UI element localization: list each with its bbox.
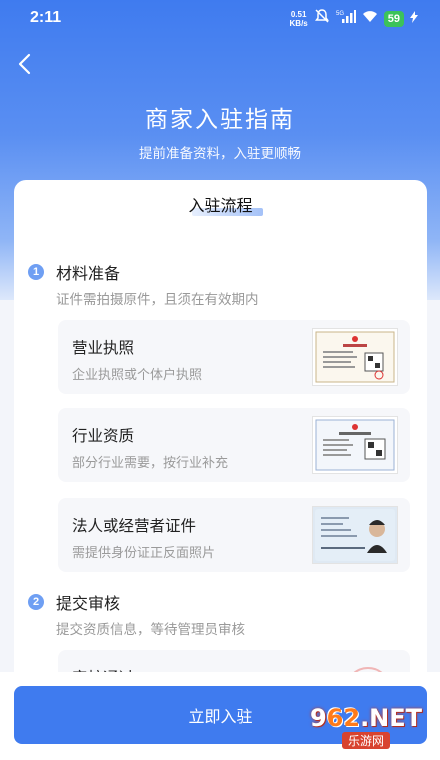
item-name: 法人或经营者证件 bbox=[72, 517, 197, 535]
industry-permit-image bbox=[312, 416, 398, 474]
status-bar: 2:11 0.51 KB/s 5G 59 bbox=[0, 0, 440, 36]
back-button[interactable] bbox=[12, 50, 36, 78]
charging-icon bbox=[410, 10, 418, 28]
site-watermark-logo: 962.NET 乐游网 bbox=[309, 703, 423, 749]
step-1-header: 1 材料准备 bbox=[28, 260, 120, 284]
chevron-left-icon bbox=[18, 53, 31, 75]
battery-indicator: 59 bbox=[383, 10, 404, 27]
item-description: 部分行业需要，按行业补充 bbox=[72, 456, 229, 471]
item-name: 行业资质 bbox=[72, 427, 135, 445]
status-icons: 0.51 KB/s 5G 59 bbox=[290, 8, 418, 29]
item-name: 营业执照 bbox=[72, 339, 135, 357]
mute-icon bbox=[314, 8, 330, 29]
cellular-signal-icon: 5G bbox=[336, 9, 356, 28]
step-number-badge: 1 bbox=[28, 264, 44, 280]
material-item-industry-qualification[interactable]: 行业资质 部分行业需要，按行业补充 bbox=[58, 408, 410, 482]
business-license-image bbox=[312, 328, 398, 386]
step-2-header: 2 提交审核 bbox=[28, 590, 120, 614]
item-description: 需提供身份证正反面照片 bbox=[72, 546, 216, 561]
wifi-icon bbox=[362, 10, 378, 28]
material-item-legal-id[interactable]: 法人或经营者证件 需提供身份证正反面照片 bbox=[58, 498, 410, 572]
net-speed: 0.51 KB/s bbox=[289, 9, 308, 28]
step-number-badge: 2 bbox=[28, 594, 44, 610]
id-card-image bbox=[312, 506, 398, 564]
status-time: 2:11 bbox=[30, 9, 62, 26]
item-description: 企业执照或个体户执照 bbox=[72, 368, 203, 383]
step-description: 提交资质信息，等待管理员审核 bbox=[56, 622, 245, 638]
step-title: 提交审核 bbox=[56, 594, 121, 613]
step-title: 材料准备 bbox=[56, 264, 121, 283]
process-card: 入驻流程 1 材料准备 证件需拍摄原件，且须在有效期内 营业执照 企业执照或个体… bbox=[14, 180, 427, 700]
material-item-business-license[interactable]: 营业执照 企业执照或个体户执照 bbox=[58, 320, 410, 394]
step-description: 证件需拍摄原件，且须在有效期内 bbox=[56, 292, 259, 308]
svg-text:5G: 5G bbox=[336, 11, 344, 17]
section-title: 入驻流程 bbox=[14, 192, 427, 216]
page-subtitle: 提前准备资料，入驻更顺畅 bbox=[139, 146, 301, 162]
page-title: 商家入驻指南 bbox=[145, 107, 295, 133]
